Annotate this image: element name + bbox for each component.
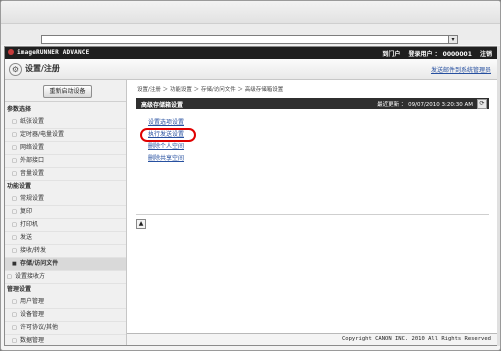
sidebar-item-destination[interactable]: 设置接收方	[5, 271, 126, 284]
sidebar-item-external-interface[interactable]: 外部接口	[5, 155, 126, 168]
brand: imageRUNNER ADVANCE	[8, 49, 89, 56]
email-admin-link[interactable]: 发送邮件到系统管理员	[431, 65, 491, 74]
scrollbar[interactable]	[497, 46, 500, 346]
sidebar-item-volume[interactable]: 音量设置	[5, 168, 126, 181]
settings-icon: ⚙	[9, 63, 22, 76]
login-user: 登录用户 ： 0000001	[408, 51, 472, 58]
main-panel: 设置/注册 ＞ 功能设置 ＞ 存储/访问文件 ＞ 高级存储箱设置 高级存储箱设置…	[130, 80, 493, 320]
brand-name: imageRUNNER ADVANCE	[17, 49, 90, 56]
refresh-icon[interactable]: ⟳	[477, 99, 487, 109]
sidebar-item-timer-energy[interactable]: 定时器/电量设置	[5, 129, 126, 142]
copyright: Copyright CANON INC. 2010 All Rights Res…	[341, 336, 491, 342]
sidebar-item-common[interactable]: 常规设置	[5, 193, 126, 206]
page-title: 设置/注册	[25, 64, 60, 73]
sidebar: 重新启动设备 参数选择 纸张设置 定时器/电量设置 网络设置 外部接口 音量设置…	[5, 80, 127, 345]
title-bar: ⚙ 设置/注册 发送邮件到系统管理员	[5, 59, 497, 80]
browser-title-bar	[1, 1, 500, 24]
sidebar-item-data-management[interactable]: 数据管理	[5, 335, 126, 345]
sidebar-category-preferences: 参数选择	[7, 106, 32, 113]
footer: Copyright CANON INC. 2010 All Rights Res…	[127, 333, 497, 345]
last-updated: 最近更新 ： 09/07/2010 3:20:30 AM	[377, 102, 473, 108]
top-links: 到门户 登录用户 ： 0000001 注销	[376, 49, 492, 58]
back-to-top-icon[interactable]: ▲	[136, 219, 146, 229]
sidebar-item-user-management[interactable]: 用户管理	[5, 296, 126, 309]
delete-personal-space-link[interactable]: 删除个人空间	[148, 141, 184, 153]
portal-link[interactable]: 到门户	[382, 51, 400, 58]
divider	[136, 214, 489, 215]
web-content: imageRUNNER ADVANCE 到门户 登录用户 ： 0000001 注…	[4, 46, 498, 346]
sidebar-item-receive-forward[interactable]: 接收/转发	[5, 245, 126, 258]
sidebar-item-paper[interactable]: 纸张设置	[5, 116, 126, 129]
top-bar: imageRUNNER ADVANCE 到门户 登录用户 ： 0000001 注…	[5, 47, 497, 59]
sidebar-item-copy[interactable]: 复印	[5, 206, 126, 219]
breadcrumb: 设置/注册 ＞ 功能设置 ＞ 存储/访问文件 ＞ 高级存储箱设置	[137, 87, 284, 93]
chevron-down-icon: ▾	[451, 36, 455, 43]
panel-title: 高级存储箱设置	[141, 102, 184, 109]
delete-shared-space-link[interactable]: 删除共享空间	[148, 153, 184, 165]
sidebar-item-store-access-files[interactable]: 存储/访问文件	[5, 258, 126, 271]
logout-link[interactable]: 注销	[480, 51, 492, 58]
browser-window: ▾ imageRUNNER ADVANCE 到门户 登录用户 ： 0000001…	[0, 0, 501, 351]
sidebar-list: 参数选择 纸张设置 定时器/电量设置 网络设置 外部接口 音量设置 功能设置 常…	[5, 104, 126, 345]
sidebar-item-device-management[interactable]: 设备管理	[5, 309, 126, 322]
address-bar[interactable]	[41, 35, 457, 44]
red-highlight-circle	[140, 128, 196, 142]
sidebar-item-send[interactable]: 发送	[5, 232, 126, 245]
sidebar-item-network[interactable]: 网络设置	[5, 142, 126, 155]
sidebar-category-function-settings: 功能设置	[7, 183, 32, 190]
panel-header: 高级存储箱设置 最近更新 ： 09/07/2010 3:20:30 AM ⟳	[136, 98, 489, 109]
sidebar-category-management: 管理设置	[7, 286, 32, 293]
browser-chrome: ▾	[1, 1, 500, 45]
sidebar-item-printer[interactable]: 打印机	[5, 219, 126, 232]
canon-logo-icon	[8, 49, 14, 55]
sidebar-item-license-other[interactable]: 许可协议/其他	[5, 322, 126, 335]
restart-area: 重新启动设备	[5, 80, 126, 102]
restart-button[interactable]: 重新启动设备	[43, 85, 92, 98]
address-dropdown-button[interactable]: ▾	[448, 35, 458, 44]
